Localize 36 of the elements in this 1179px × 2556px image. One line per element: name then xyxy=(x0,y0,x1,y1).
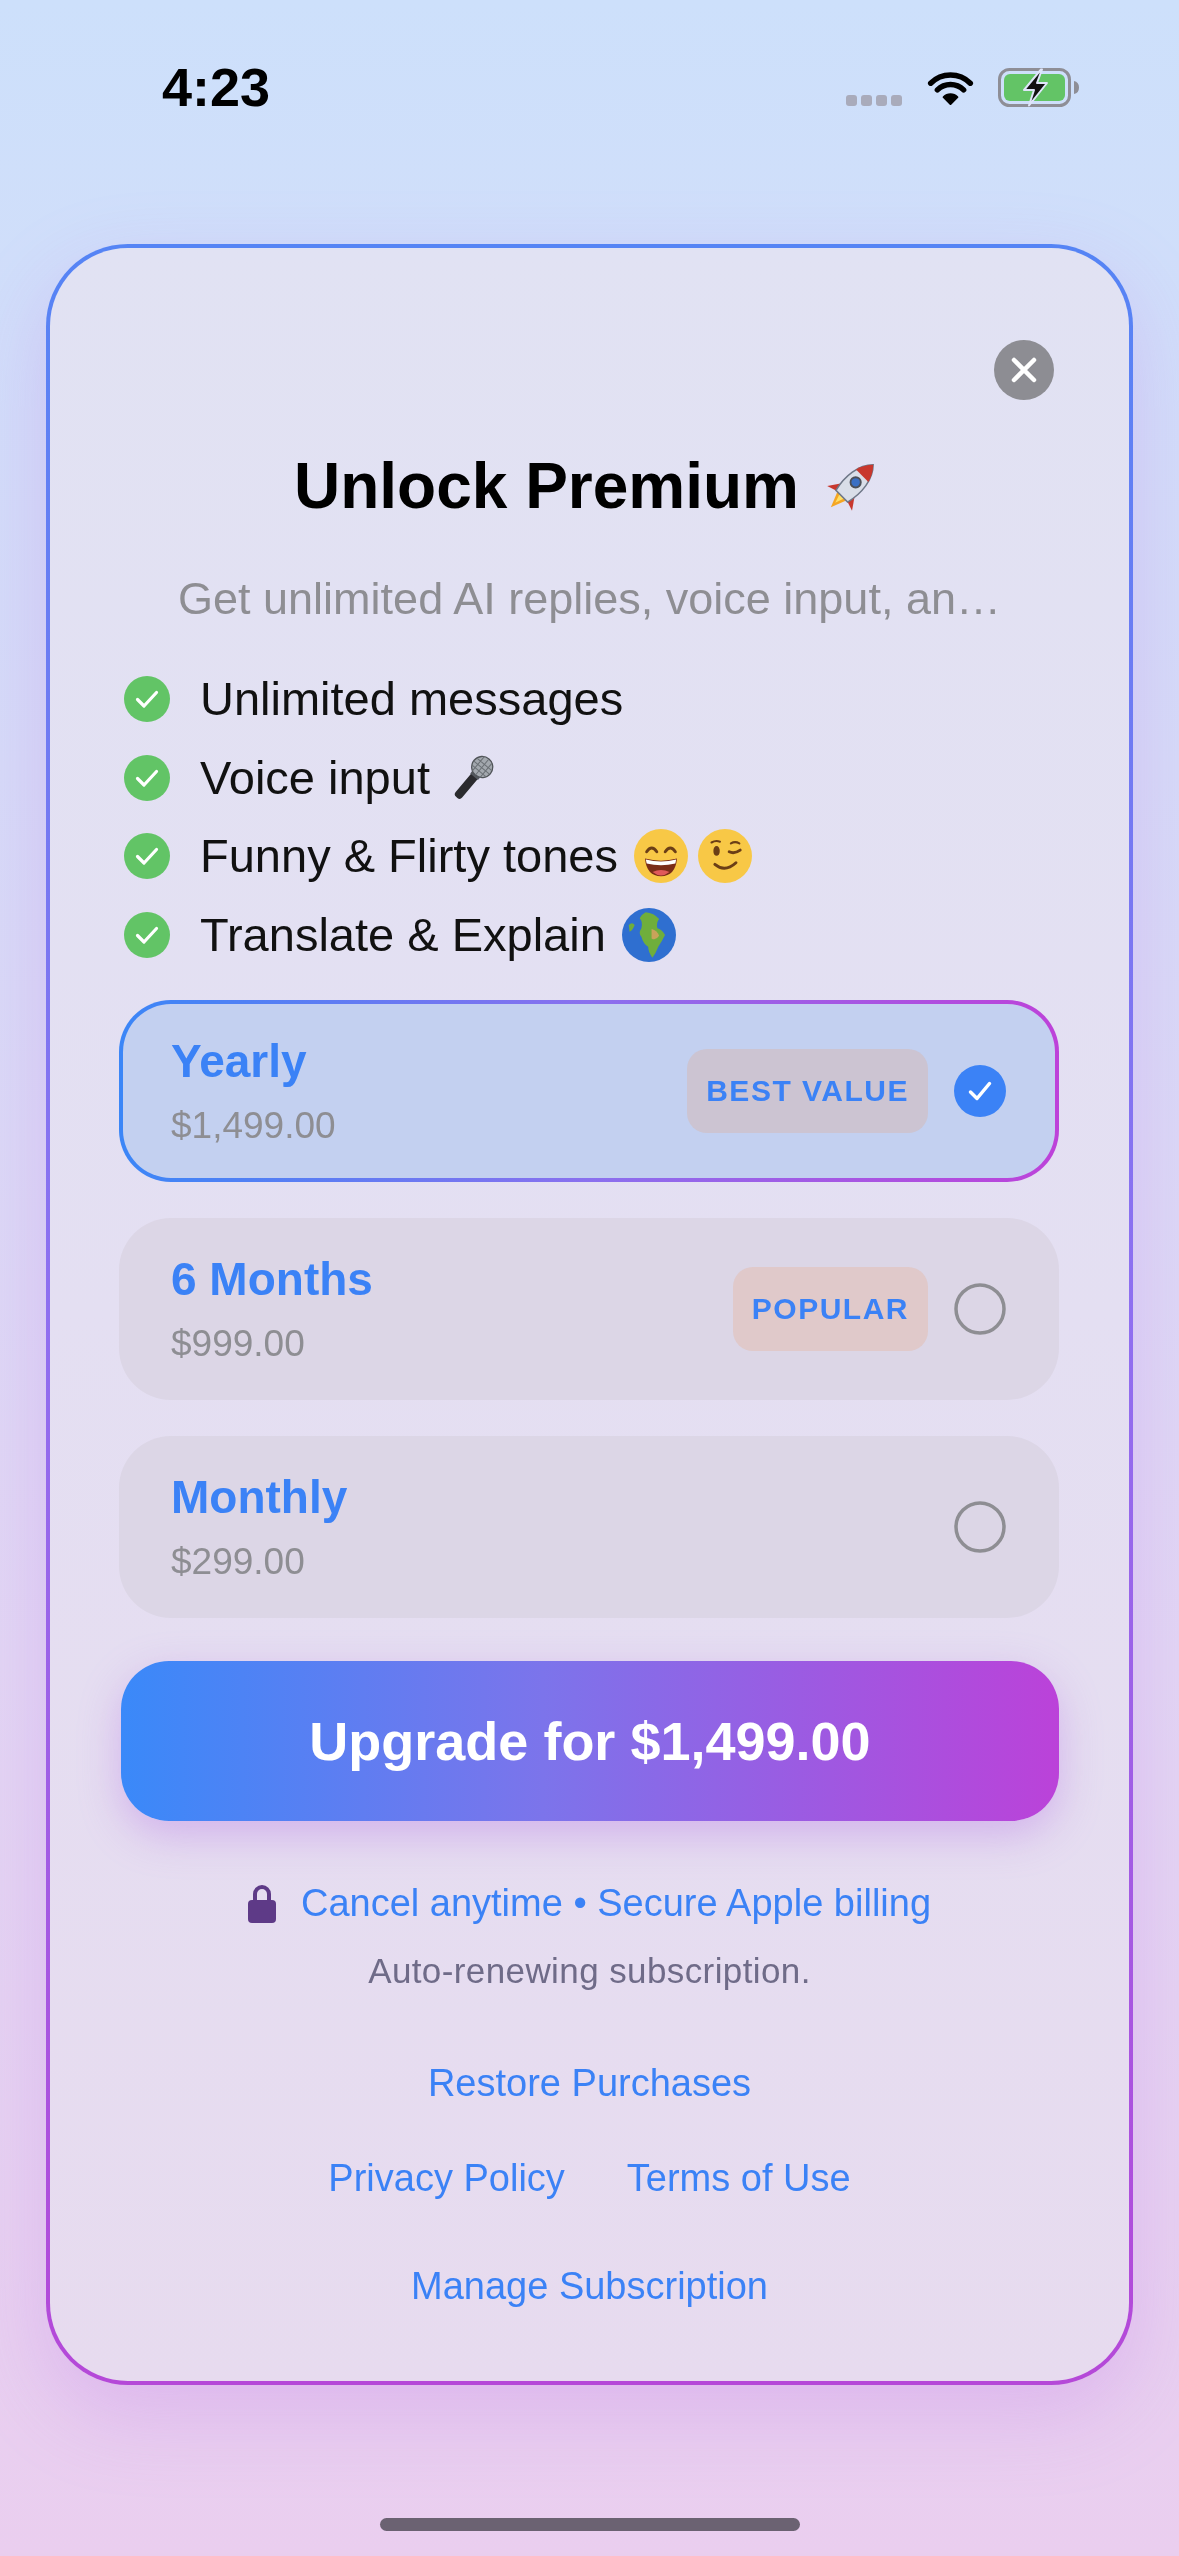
globe-icon xyxy=(621,908,676,963)
renewal-note: Auto-renewing subscription. xyxy=(368,1950,811,1993)
plan-option[interactable]: Monthly $299.00 xyxy=(119,1436,1059,1619)
check-circle-icon xyxy=(124,754,170,801)
feature-text: Unlimited messages xyxy=(200,671,624,728)
feature-text: Translate & Explain xyxy=(200,907,606,964)
plan-price: $299.00 xyxy=(171,1540,305,1585)
plan-name: Yearly xyxy=(171,1034,307,1089)
winking-face-icon xyxy=(697,829,752,884)
legal-link[interactable]: Terms of Use xyxy=(626,2155,851,2202)
check-circle-icon xyxy=(124,912,170,959)
plan-name: 6 Months xyxy=(171,1252,373,1307)
paywall-title: Unlock Premium xyxy=(294,449,799,524)
check-circle-icon xyxy=(124,676,170,723)
signal-dots-icon xyxy=(846,94,902,106)
plan-price: $999.00 xyxy=(171,1322,305,1367)
plan-name: Monthly xyxy=(171,1470,348,1525)
manage-subscription-link[interactable]: Manage Subscription xyxy=(411,2263,768,2310)
paywall-subtitle: Get unlimited AI replies, voice input, an… xyxy=(178,572,1001,626)
check-circle-icon xyxy=(124,833,170,880)
feature-text: Funny & Flirty tones xyxy=(200,828,618,885)
close-icon xyxy=(1011,357,1037,383)
plan-badge: BEST VALUE xyxy=(687,1049,928,1134)
close-button[interactable] xyxy=(994,340,1054,400)
restore-purchases-link[interactable]: Restore Purchases xyxy=(427,2060,752,2107)
status-time: 4:23 xyxy=(162,57,271,117)
legal-link[interactable]: Privacy Policy xyxy=(328,2155,565,2202)
feature-text: Voice input xyxy=(200,749,430,806)
assurance-text: Cancel anytime • Secure Apple billing xyxy=(300,1881,932,1927)
plan-price: $1,499.00 xyxy=(171,1104,336,1149)
battery-charging-icon xyxy=(998,67,1080,107)
lock-icon xyxy=(247,1883,276,1924)
upgrade-button[interactable]: Upgrade for $1,499.00 xyxy=(121,1661,1059,1822)
plan-option[interactable]: 6 Months $999.00 POPULAR xyxy=(119,1218,1059,1401)
plan-badge: POPULAR xyxy=(732,1267,928,1352)
grinning-face-icon xyxy=(633,829,688,884)
